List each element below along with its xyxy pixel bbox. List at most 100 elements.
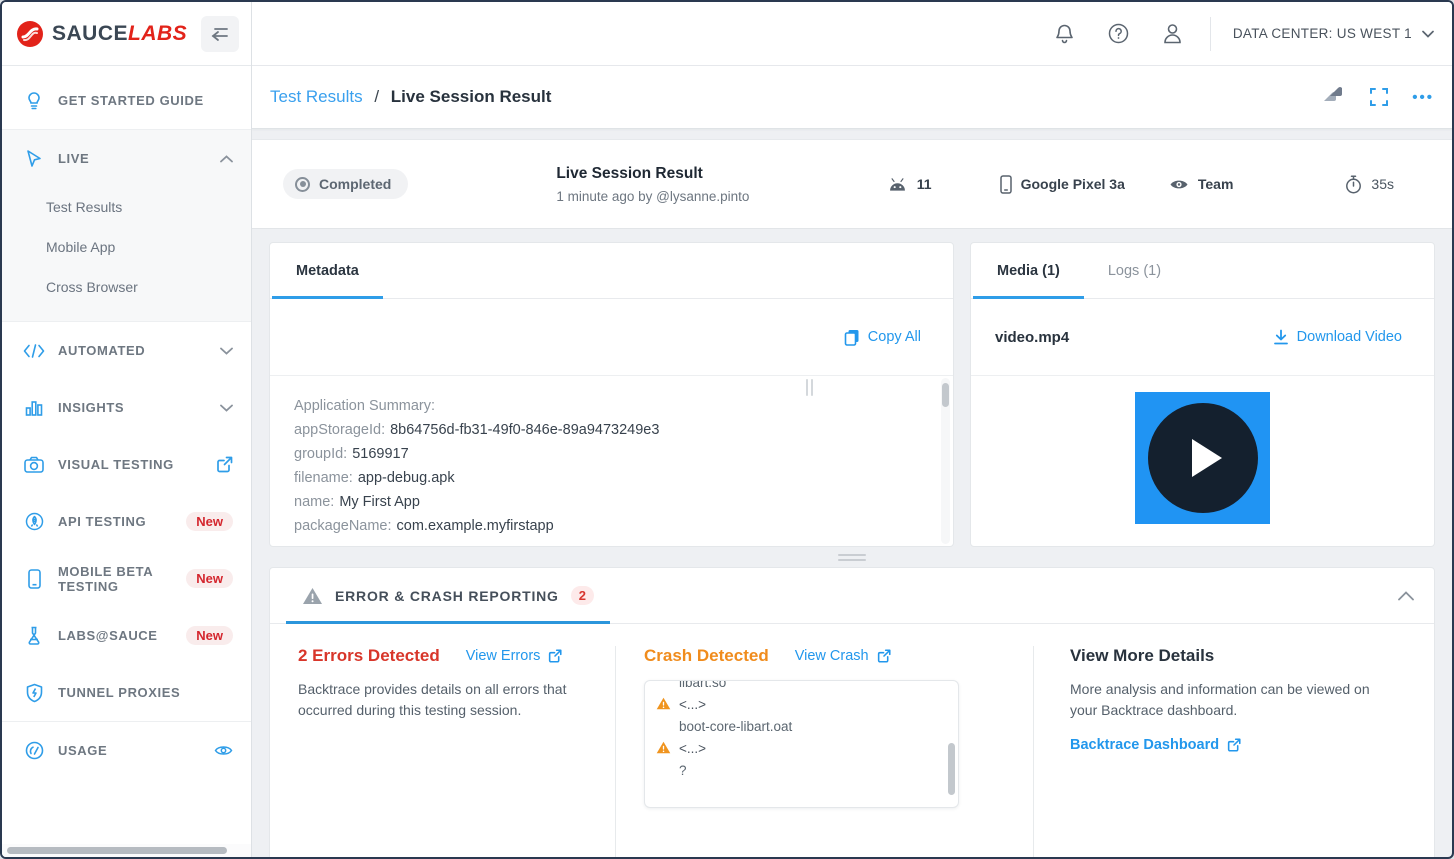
tab-metadata[interactable]: Metadata (272, 243, 383, 299)
sidebar-item-labs-at-sauce[interactable]: LABS@SAUCE New (2, 607, 251, 664)
video-thumbnail[interactable] (1135, 392, 1270, 524)
view-errors-label: View Errors (465, 648, 541, 664)
visibility-stat: Team (1169, 176, 1233, 192)
media-panel: Media (1) Logs (1) video.mp4 Download Vi… (970, 242, 1435, 547)
sidebar-item-live[interactable]: LIVE (2, 130, 251, 187)
sub-item-label: Cross Browser (46, 279, 138, 295)
video-file-name: video.mp4 (995, 328, 1070, 346)
sidebar-item-cross-browser[interactable]: Cross Browser (2, 267, 251, 307)
tab-label: Metadata (296, 262, 359, 279)
metadata-scroll-area[interactable]: Application Summary: appStorageId: 8b6475… (270, 376, 953, 546)
error-crash-reporting-card: ERROR & CRASH REPORTING 2 2 Errors Detec… (269, 567, 1435, 857)
android-icon (887, 177, 908, 192)
duration-value: 35s (1371, 176, 1394, 192)
data-center-label: DATA CENTER: US WEST 1 (1232, 26, 1412, 41)
copy-all-button[interactable]: Copy All (844, 329, 921, 346)
logo-text-sauce: SAUCE (52, 21, 129, 45)
sidebar-item-api-testing[interactable]: API TESTING New (2, 493, 251, 550)
sidebar-logo-row: SAUCELABS (2, 2, 251, 66)
sidebar-item-automated[interactable]: AUTOMATED (2, 322, 251, 379)
errors-description: Backtrace provides details on all errors… (298, 681, 567, 718)
sidebar-item-label: LIVE (58, 151, 90, 166)
sidebar-item-mobile-app[interactable]: Mobile App (2, 227, 251, 267)
os-version-stat: 11 (887, 176, 932, 192)
status-label: Completed (319, 176, 392, 192)
sidebar-item-insights[interactable]: INSIGHTS (2, 379, 251, 436)
user-account-icon[interactable] (1163, 23, 1182, 44)
camera-icon (23, 456, 45, 473)
sidebar-item-label: LABS@SAUCE (58, 628, 158, 643)
gauge-icon (23, 741, 45, 760)
tab-label: Logs (1) (1107, 262, 1162, 279)
external-link-icon (216, 456, 233, 473)
device-stat: Google Pixel 3a (999, 174, 1125, 194)
sidebar-item-tunnel-proxies[interactable]: TUNNEL PROXIES (2, 664, 251, 721)
status-completed-icon (295, 176, 310, 192)
eye-icon[interactable] (214, 744, 233, 757)
stopwatch-icon (1345, 174, 1362, 194)
stack-frame: boot-core-libart.oat (679, 719, 793, 734)
session-title: Live Session Result (556, 164, 703, 182)
cursor-icon (23, 149, 45, 168)
scrollbar-thumb[interactable] (942, 383, 949, 407)
sidebar-collapse-button[interactable] (201, 15, 239, 52)
metadata-scrollbar[interactable] (941, 378, 950, 544)
shield-icon (23, 683, 45, 703)
copy-icon (844, 329, 860, 346)
backtrace-dashboard-label: Backtrace Dashboard (1070, 737, 1220, 753)
chevron-down-icon (220, 347, 233, 355)
backtrace-dashboard-link[interactable]: Backtrace Dashboard (1070, 737, 1241, 753)
tab-error-crash-reporting[interactable]: ERROR & CRASH REPORTING 2 (286, 568, 610, 624)
notifications-bell-icon[interactable] (1055, 23, 1074, 44)
visibility-eye-icon (1169, 178, 1189, 191)
sidebar-horizontal-scrollbar[interactable] (2, 844, 251, 857)
metadata-line: packageName: com.example.myfirstapp (294, 518, 554, 534)
sidebar-item-label: AUTOMATED (58, 343, 146, 358)
download-video-button[interactable]: Download Video (1273, 329, 1402, 346)
sidebar-item-usage[interactable]: USAGE (2, 721, 251, 778)
fullscreen-icon[interactable] (1370, 88, 1389, 106)
page-title: Live Session Result (390, 87, 552, 106)
help-icon[interactable] (1108, 23, 1129, 44)
vertical-resize-handle[interactable] (252, 547, 1452, 567)
view-errors-link[interactable]: View Errors (466, 648, 563, 664)
breadcrumb-link-test-results[interactable]: Test Results (270, 87, 363, 106)
new-badge: New (186, 569, 233, 588)
sidebar-item-label: INSIGHTS (58, 400, 125, 415)
collapse-section-button[interactable] (1398, 568, 1414, 623)
view-crash-label: View Crash (794, 648, 869, 664)
sidebar-item-visual-testing[interactable]: VISUAL TESTING (2, 436, 251, 493)
panel-resize-handle[interactable] (806, 379, 813, 396)
scrollbar-thumb[interactable] (948, 743, 955, 795)
scrollbar-thumb[interactable] (7, 847, 227, 854)
sidebar-item-get-started-guide[interactable]: GET STARTED GUIDE (2, 72, 251, 129)
breadcrumb-separator: / (374, 87, 380, 106)
sub-item-label: Mobile App (46, 239, 116, 255)
metadata-line: name: My First App (294, 494, 420, 510)
sidebar-item-test-results[interactable]: Test Results (2, 187, 251, 227)
sub-item-label: Test Results (46, 199, 123, 215)
data-center-selector[interactable]: DATA CENTER: US WEST 1 (1233, 26, 1434, 41)
stack-frame: ? (679, 763, 687, 778)
bar-chart-icon (23, 399, 45, 417)
play-button[interactable] (1147, 403, 1258, 513)
more-options-icon[interactable]: ••• (1412, 89, 1434, 106)
metadata-panel: Metadata Copy All Application Summary: a… (269, 242, 954, 547)
sidebar-nav: GET STARTED GUIDE LIVE Test Results Mobi… (2, 66, 251, 857)
saucelabs-logo[interactable]: SAUCELABS (16, 20, 187, 48)
errors-column: 2 Errors Detected View Errors Backtrace … (270, 646, 615, 857)
sidebar-item-mobile-beta-testing[interactable]: MOBILE BETA TESTING New (2, 550, 251, 607)
crash-stack-trace-box[interactable]: libart.so <...> boot-core-libart.oat <..… (644, 680, 959, 808)
tab-label: Media (1) (997, 262, 1060, 279)
play-icon (1191, 439, 1222, 477)
os-version-value: 11 (916, 176, 932, 192)
panels-row: Metadata Copy All Application Summary: a… (269, 242, 1435, 547)
tab-logs[interactable]: Logs (1) (1084, 243, 1185, 298)
tab-media[interactable]: Media (1) (973, 243, 1084, 299)
details-description: More analysis and information can be vie… (1070, 681, 1370, 718)
page-content: Completed Live Session Result 1 minute a… (252, 129, 1452, 857)
jira-icon[interactable] (1320, 84, 1346, 110)
view-crash-link[interactable]: View Crash (795, 648, 891, 664)
new-badge: New (186, 626, 233, 645)
crash-column: Crash Detected View Crash libart.so <...… (615, 646, 1033, 857)
